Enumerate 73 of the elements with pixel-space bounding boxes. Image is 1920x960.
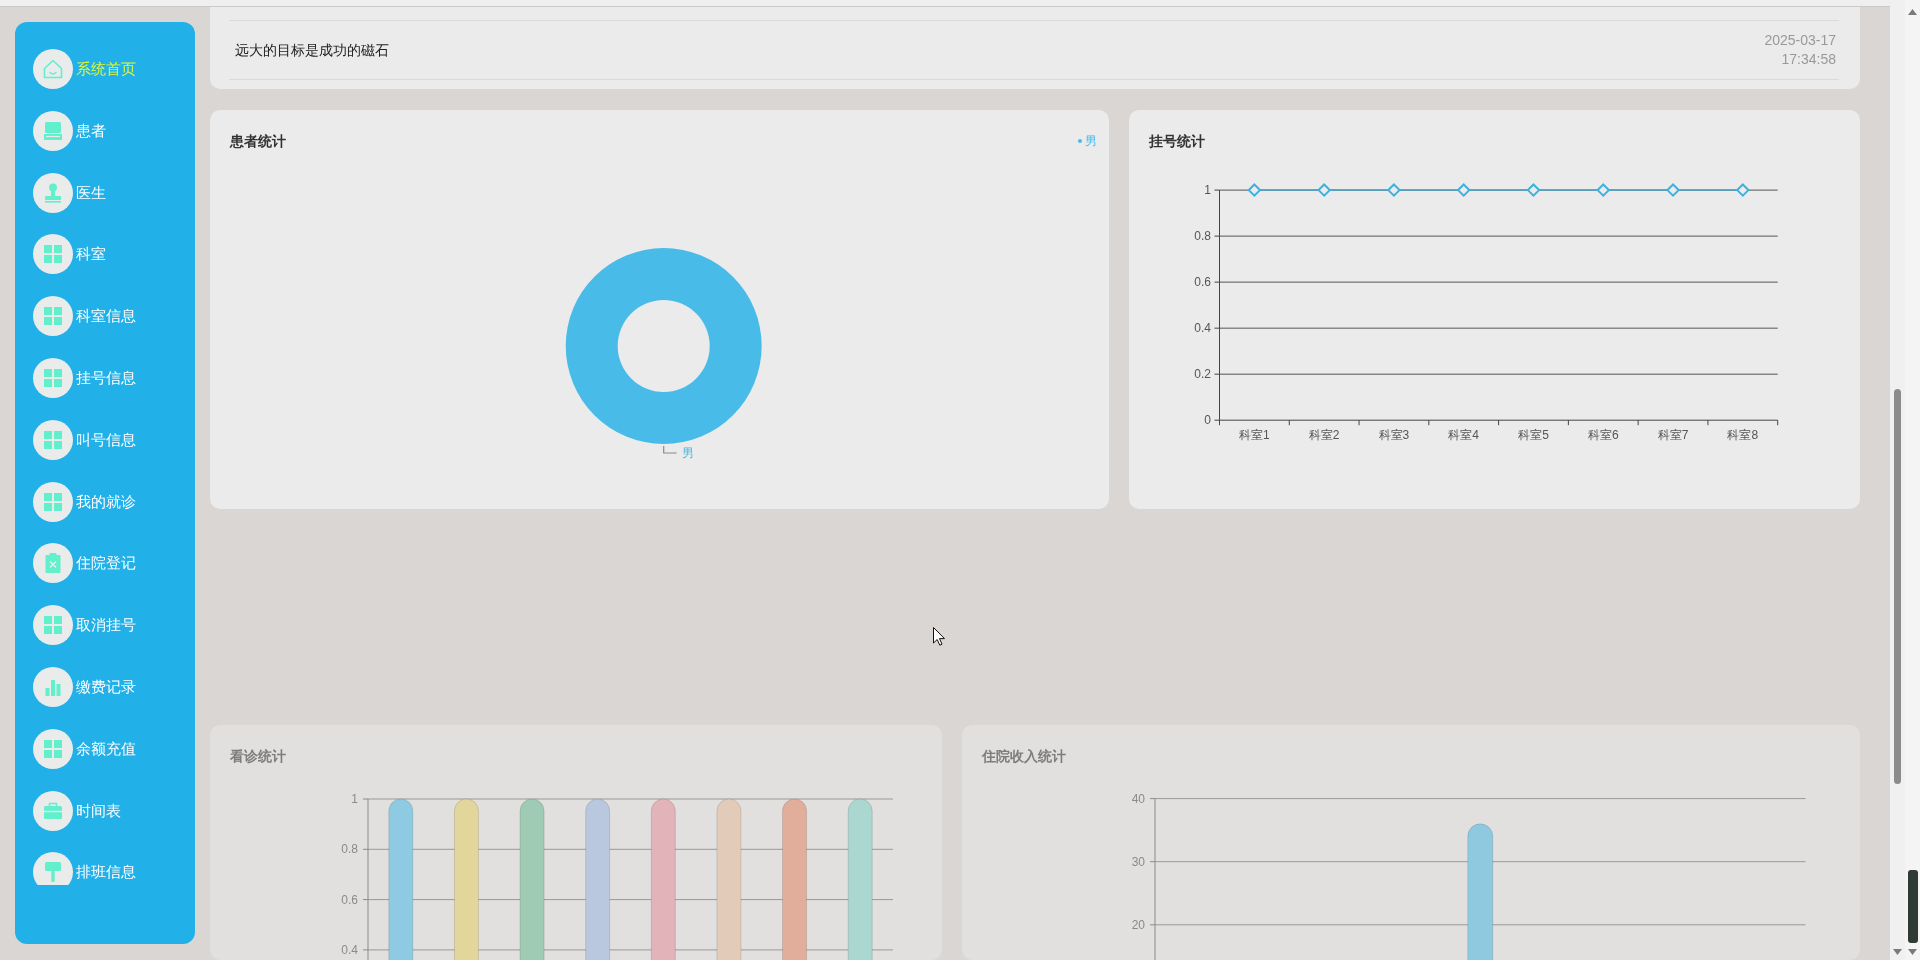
axis-label: 科室7 — [1657, 428, 1689, 443]
grid-icon — [32, 358, 73, 398]
scrollbar-thumb[interactable] — [1894, 389, 1901, 784]
data-point — [1666, 183, 1681, 198]
scroll-up-icon[interactable] — [1908, 9, 1917, 15]
sidebar-item[interactable]: 时间表 — [32, 790, 121, 831]
card-title: 住院收入统计 — [982, 747, 1066, 766]
briefcase-icon — [32, 790, 73, 831]
stamp-icon — [32, 172, 73, 213]
axis-label: 1 — [351, 792, 358, 806]
axis-label: 科室5 — [1518, 428, 1549, 443]
axis-label: 0.6 — [1194, 275, 1211, 290]
data-point — [1247, 183, 1262, 198]
axis-label: 0.2 — [1194, 367, 1211, 382]
cursor-icon — [933, 627, 945, 646]
axis-label: 科室1 — [1239, 428, 1270, 443]
axis-label: 0.4 — [341, 942, 358, 957]
sidebar-item[interactable]: 住院登记 — [32, 543, 136, 584]
sidebar-item[interactable]: 取消挂号 — [32, 605, 136, 646]
sidebar-item[interactable]: 医生 — [32, 172, 106, 213]
axis-label: 40 — [1131, 791, 1145, 806]
axis-label: 0 — [1204, 413, 1211, 428]
scrollbar-thumb[interactable] — [1908, 870, 1918, 943]
axis-label: 30 — [1131, 854, 1145, 869]
axis-label: 1 — [1204, 183, 1211, 198]
clipboard-icon — [32, 543, 73, 584]
card-title: 看诊统计 — [230, 747, 286, 766]
grid-icon — [32, 605, 73, 646]
axis-label: 科室2 — [1308, 428, 1340, 443]
grid-icon — [32, 296, 73, 337]
grid-icon — [32, 234, 73, 275]
home-icon — [32, 49, 73, 89]
axis-label: 0.8 — [341, 842, 358, 857]
axis-label: 0.6 — [341, 892, 358, 907]
axis-label: 科室8 — [1727, 428, 1759, 443]
sidebar-item[interactable]: 科室信息 — [32, 296, 136, 337]
card-title: 患者统计 — [230, 132, 286, 151]
scrollbar[interactable] — [1905, 0, 1920, 960]
sidebar-item[interactable]: 系统首页 — [32, 49, 136, 89]
axis-label: 0.4 — [1194, 321, 1211, 336]
grid-icon — [32, 419, 73, 460]
sidebar-item[interactable]: 患者 — [32, 110, 106, 151]
card-title: 挂号统计 — [1149, 132, 1205, 151]
legend-label[interactable]: 男 — [1085, 131, 1097, 151]
data-point — [1386, 183, 1401, 198]
bar-chart-icon — [32, 666, 73, 707]
data-point — [1735, 183, 1750, 198]
data-point — [1526, 183, 1541, 198]
notice-time: 17:34:58 — [1781, 50, 1836, 69]
data-point — [1317, 183, 1332, 198]
scrollbar[interactable] — [1890, 0, 1905, 960]
axis-label: 科室6 — [1587, 428, 1619, 443]
sidebar-item[interactable]: 排班信息 — [32, 852, 136, 885]
leader-line — [663, 445, 678, 454]
data-point — [1456, 183, 1471, 198]
sidebar-item[interactable]: 叫号信息 — [32, 419, 136, 460]
axis-label: 科室3 — [1378, 428, 1410, 443]
axis-label: 科室4 — [1448, 428, 1480, 443]
sidebar-item[interactable]: 缴费记录 — [32, 666, 136, 707]
grid-icon — [32, 728, 73, 769]
axis-label: 0.8 — [1194, 229, 1211, 244]
axis-label: 20 — [1131, 917, 1145, 932]
notice-date: 2025-03-17 — [1764, 31, 1836, 50]
sidebar-item[interactable]: 我的就诊 — [32, 481, 136, 522]
monitor-icon — [32, 110, 73, 151]
sidebar-item[interactable]: 余额充值 — [32, 728, 136, 769]
data-point — [1596, 183, 1611, 198]
grid-icon — [32, 481, 73, 522]
brush-icon — [32, 852, 73, 885]
sidebar-item[interactable]: 挂号信息 — [32, 358, 136, 398]
sidebar-item[interactable]: 科室 — [32, 234, 106, 275]
notice-title: 远大的目标是成功的磁石 — [235, 40, 389, 60]
slice-label: 男 — [681, 446, 694, 460]
